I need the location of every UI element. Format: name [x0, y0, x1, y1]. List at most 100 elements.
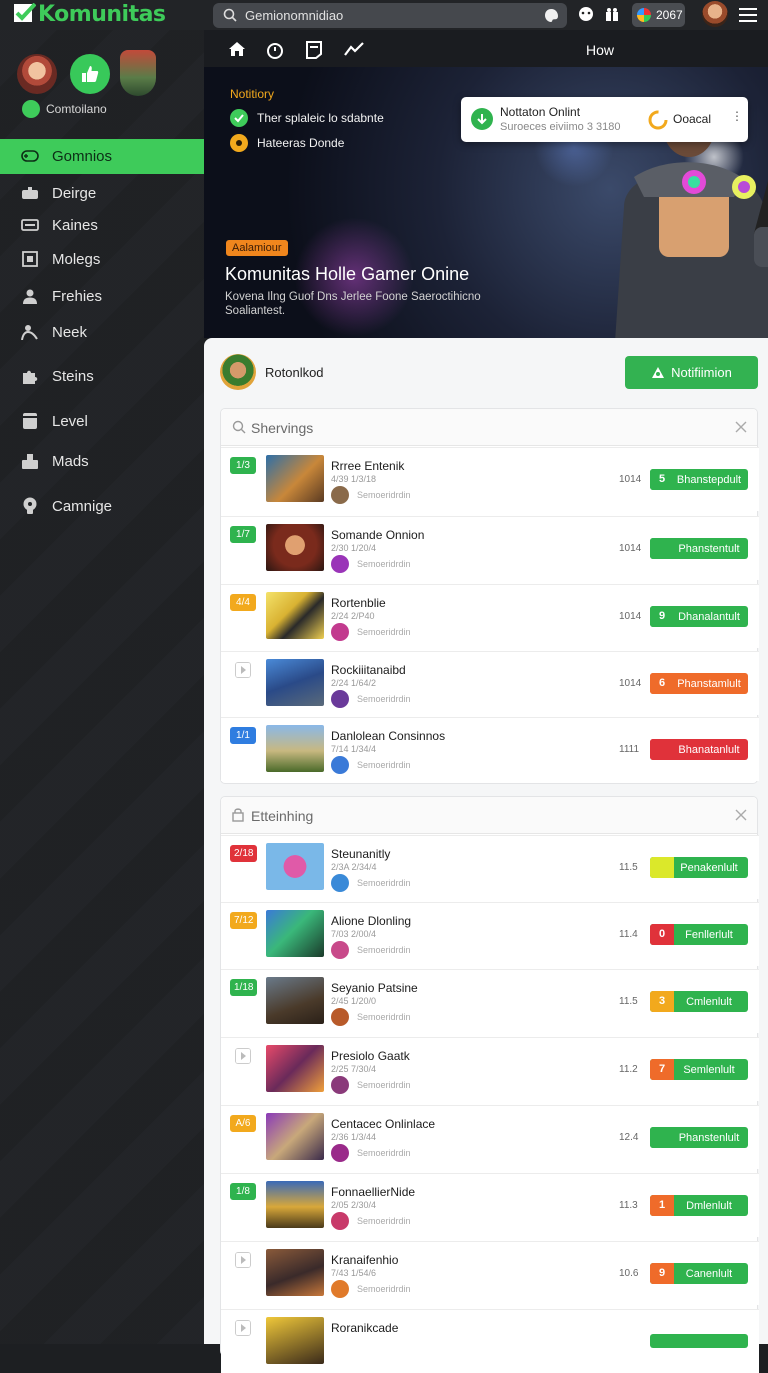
game-thumbnail[interactable] — [266, 910, 324, 957]
grid-icon — [22, 251, 38, 267]
game-thumbnail[interactable] — [266, 1113, 324, 1160]
play-button[interactable]: Bhanatanlult — [650, 739, 748, 760]
list-row[interactable]: 1/7 Somande Onnion 2/30 1/20/4 Semoeridrdin… — [221, 516, 759, 580]
play-icon[interactable] — [235, 662, 251, 678]
profile-avatar[interactable] — [220, 354, 256, 390]
play-button[interactable]: 0 Fenllerlult — [650, 924, 748, 945]
play-button[interactable]: 9 Dhanalantult — [650, 606, 748, 627]
play-button[interactable]: 1 Dmlenlult — [650, 1195, 748, 1216]
play-button[interactable]: Penakenlult — [650, 857, 748, 878]
hero-description: Kovena Ilng Guof Dns Jerlee Foone Saeroc… — [225, 291, 481, 317]
sidebar-item-steins[interactable]: Steins — [0, 361, 204, 391]
more-options-icon[interactable]: ⋮ — [731, 109, 743, 123]
list-row[interactable]: 7/12 Alione Dlonling 7/03 2/00/4 Semoeridrd… — [221, 902, 759, 966]
play-button[interactable]: 5 Bhanstepdult — [650, 469, 748, 490]
trending-icon[interactable] — [344, 41, 364, 57]
gift-icon[interactable] — [604, 6, 620, 22]
game-thumbnail[interactable] — [266, 977, 324, 1024]
user-avatar[interactable] — [702, 1, 728, 27]
play-button[interactable]: Phanstentult — [650, 538, 748, 559]
game-title[interactable]: Rrree Entenik — [331, 459, 404, 473]
chat-icon[interactable] — [578, 6, 594, 22]
game-title[interactable]: Danlolean Consinnos — [331, 729, 445, 743]
list-row[interactable]: A/6 Centacec Onlinlace 2/36 1/3/44 Semoerid… — [221, 1105, 759, 1169]
game-stats: 2/45 1/20/0 — [331, 996, 377, 1006]
game-title[interactable]: Somande Onnion — [331, 528, 424, 542]
sidebar-item-molegs[interactable]: Molegs — [0, 244, 204, 274]
play-button[interactable]: 6 Phanstamlult — [650, 673, 748, 694]
sidebar-item-deirge[interactable]: Deirge — [0, 178, 204, 208]
list-row[interactable]: Rockiiitanaibd 2/24 1/64/2 Semoeridrdin 101… — [221, 651, 759, 715]
sidebar-item-kaines[interactable]: Kaines — [0, 210, 204, 240]
list-row[interactable]: 1/1 Danlolean Consinnos 7/14 1/34/4 Semoeri… — [221, 717, 759, 781]
game-title[interactable]: Seyanio Patsine — [331, 981, 418, 995]
guild-emblem[interactable] — [120, 50, 156, 96]
search-input[interactable] — [245, 7, 535, 24]
game-thumbnail[interactable] — [266, 1045, 324, 1092]
game-thumbnail[interactable] — [266, 843, 324, 890]
play-button[interactable]: 7 Semlenlult — [650, 1059, 748, 1080]
list-row[interactable]: Kranaifenhio 7/43 1/54/6 Semoeridrdin 10.6 9… — [221, 1241, 759, 1305]
how-link[interactable]: How — [586, 42, 614, 58]
game-thumbnail[interactable] — [266, 1249, 324, 1296]
game-title[interactable]: Roranikcade — [331, 1321, 398, 1335]
panel-search-header[interactable]: Etteinhing — [221, 797, 757, 834]
game-thumbnail[interactable] — [266, 1317, 324, 1364]
notification-button[interactable]: Notifiimion — [625, 356, 758, 389]
game-title[interactable]: Rockiiitanaibd — [331, 663, 406, 677]
palette-icon[interactable] — [544, 8, 559, 23]
timer-icon[interactable] — [266, 41, 284, 59]
notification-toast[interactable]: Nottaton Onlint Suroeces eiviimo 3 3180 … — [461, 97, 748, 142]
play-icon[interactable] — [235, 1048, 251, 1064]
hero-row-1[interactable]: Ther splaleic lo sdabnte — [230, 109, 384, 127]
list-row[interactable]: 1/18 Seyanio Patsine 2/45 1/20/0 Semoeridrd… — [221, 969, 759, 1033]
list-row[interactable]: Presiolo Gaatk 2/25 7/30/4 Semoeridrdin 11.… — [221, 1037, 759, 1101]
close-icon[interactable] — [735, 421, 747, 433]
list-row[interactable]: 2/18 Steunanitly 2/3A 2/34/4 Semoeridrdin 11… — [221, 835, 759, 899]
list-row[interactable]: 1/3 Rrree Entenik 4/39 1/3/18 Semoeridrdin 1… — [221, 447, 759, 511]
hero-row-2[interactable]: Hateeras Donde — [230, 134, 344, 152]
game-thumbnail[interactable] — [266, 592, 324, 639]
game-title[interactable]: Alione Dlonling — [331, 914, 411, 928]
sidebar-item-level[interactable]: Level — [0, 406, 204, 436]
home-icon[interactable] — [228, 41, 246, 57]
sidebar-item-camnige[interactable]: Camnige — [0, 491, 204, 521]
close-icon[interactable] — [735, 809, 747, 821]
like-avatar[interactable] — [70, 54, 110, 94]
sidebar-item-gomnios[interactable]: Gomnios — [0, 141, 204, 171]
list-row[interactable]: 1/8 FonnaellierNide 2/05 2/30/4 Semoeridrdi… — [221, 1173, 759, 1237]
game-title[interactable]: Steunanitly — [331, 847, 390, 861]
game-thumbnail[interactable] — [266, 1181, 324, 1228]
game-title[interactable]: Kranaifenhio — [331, 1253, 398, 1267]
game-thumbnail[interactable] — [266, 659, 324, 706]
search-box[interactable] — [213, 3, 567, 28]
game-thumbnail[interactable] — [266, 455, 324, 502]
play-button[interactable]: Phanstenlult — [650, 1127, 748, 1148]
news-icon[interactable] — [306, 41, 322, 59]
game-title[interactable]: Presiolo Gaatk — [331, 1049, 410, 1063]
play-icon[interactable] — [235, 1252, 251, 1268]
toast-action[interactable]: Ooacal — [673, 112, 711, 126]
friend-avatar[interactable] — [17, 54, 57, 94]
hamburger-menu-icon[interactable] — [739, 8, 757, 22]
panel-search-header[interactable]: Shervings — [221, 409, 757, 446]
list-row[interactable]: Roranikcade — [221, 1309, 759, 1373]
coin-balance[interactable]: 2067 — [632, 3, 685, 27]
game-title[interactable]: Centacec Onlinlace — [331, 1117, 435, 1131]
app-logo[interactable]: Komunitas — [14, 2, 166, 27]
play-icon[interactable] — [235, 1320, 251, 1336]
publisher-icon — [331, 756, 349, 774]
refresh-icon[interactable] — [647, 109, 669, 131]
sidebar-item-frehies[interactable]: Frehies — [0, 281, 204, 311]
game-title[interactable]: Rortenblie — [331, 596, 386, 610]
play-button[interactable]: 3 Cmlenlult — [650, 991, 748, 1012]
play-button[interactable]: 9 Canenlult — [650, 1263, 748, 1284]
sidebar-item-mads[interactable]: Mads — [0, 446, 204, 476]
play-button[interactable] — [650, 1334, 748, 1348]
game-title[interactable]: FonnaellierNide — [331, 1185, 415, 1199]
sidebar-item-neek[interactable]: Neek — [0, 317, 204, 347]
publisher-icon — [331, 874, 349, 892]
game-thumbnail[interactable] — [266, 524, 324, 571]
list-row[interactable]: 4/4 Rortenblie 2/24 2/P40 Semoeridrdin 1014 9… — [221, 584, 759, 648]
game-thumbnail[interactable] — [266, 725, 324, 772]
